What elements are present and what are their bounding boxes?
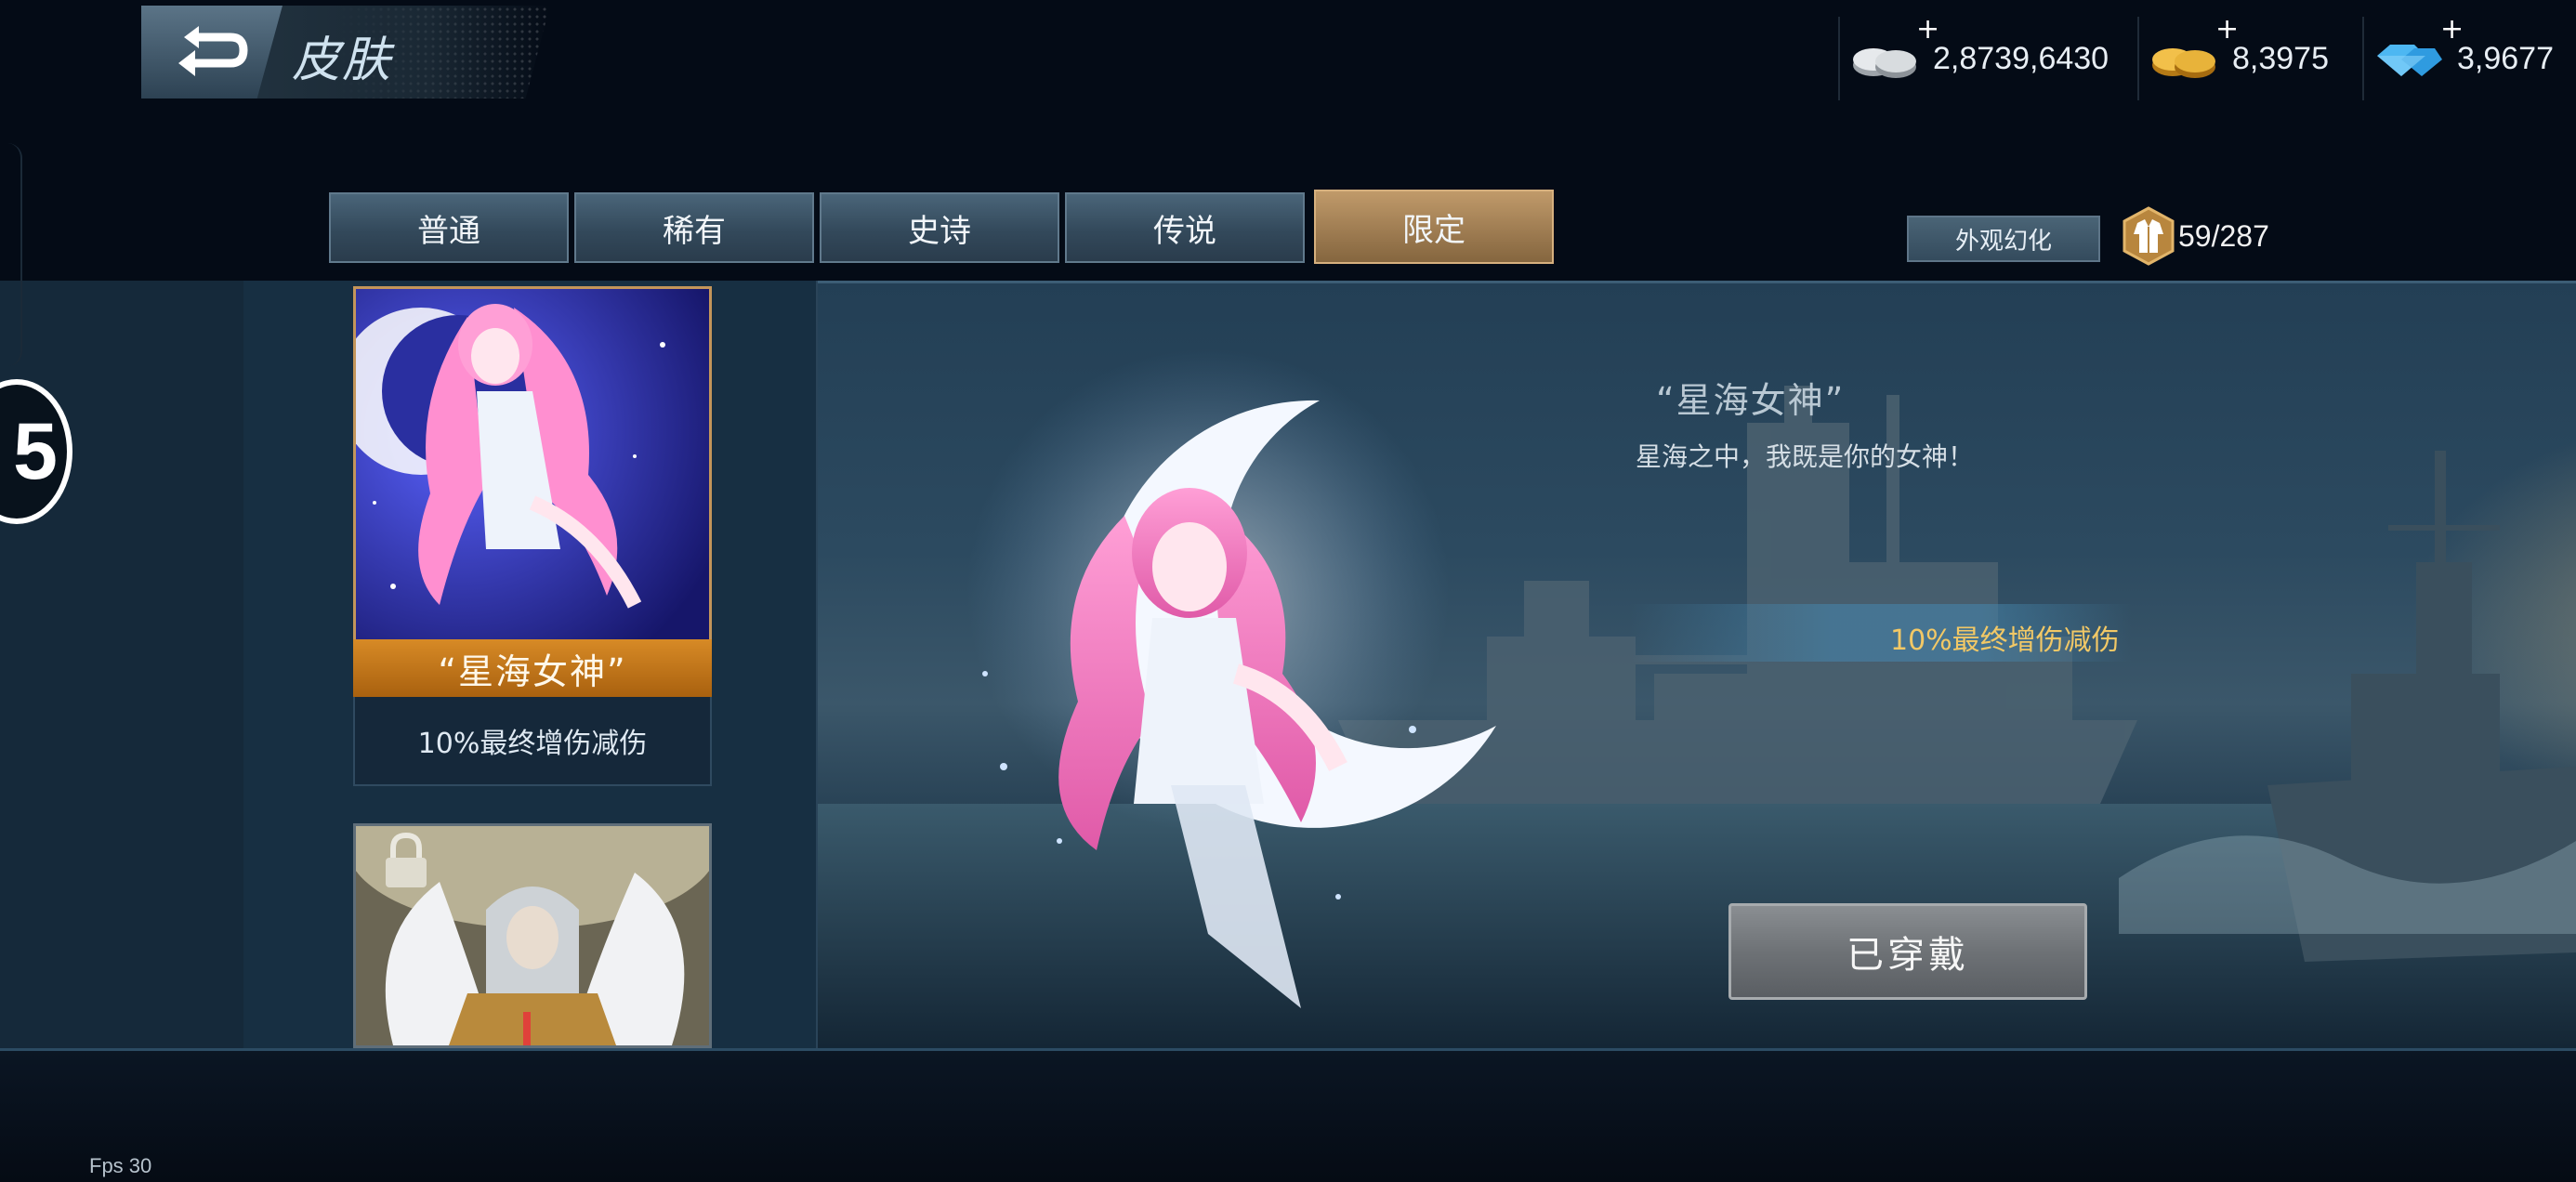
tab-epic[interactable]: 史诗 — [820, 192, 1059, 263]
currency-plus[interactable]: + — [2215, 13, 2239, 46]
tab-normal[interactable]: 普通 — [329, 192, 569, 263]
skin-card-name: “星海女神” — [353, 639, 712, 697]
return-arrow-icon — [178, 26, 248, 76]
currency-gold[interactable]: + 8,3975 — [2137, 13, 2329, 100]
currency-silver-value: 2,8739,6430 — [1933, 40, 2109, 76]
currency-divider — [2137, 17, 2139, 100]
currency-diamond-value: 3,9677 — [2457, 40, 2554, 76]
skin-collection-count: 59/287 — [2178, 219, 2269, 253]
skin-detail-attribute: 10%最终增伤减伤 — [1890, 624, 2120, 657]
title-plate — [243, 6, 550, 98]
blue-diamond-icon — [2377, 45, 2442, 76]
equipped-button[interactable]: 已穿戴 — [1728, 903, 2087, 1000]
star-goddess-portrait — [356, 289, 709, 642]
left-edge-frame — [0, 143, 22, 366]
tab-legend[interactable]: 传说 — [1065, 192, 1305, 263]
fps-counter: Fps 30 — [89, 1154, 152, 1177]
silver-coin-stack-icon — [1853, 48, 1916, 78]
currency-plus[interactable]: + — [1916, 13, 1939, 46]
currency-diamond[interactable]: + 3,9677 — [2362, 13, 2554, 100]
currency-gold-value: 8,3975 — [2232, 40, 2329, 76]
currency-silver[interactable]: + 2,8739,6430 — [1838, 13, 2109, 100]
skin-card-star-goddess[interactable] — [353, 286, 712, 693]
skin-card-attribute: 10%最终增伤减伤 — [353, 697, 712, 786]
gold-coin-stack-icon — [2152, 48, 2215, 78]
skin-detail-quote: 星海之中，我既是你的女神！ — [1636, 441, 1975, 472]
tab-limited[interactable]: 限定 — [1314, 190, 1554, 264]
appearance-transform-button[interactable]: 外观幻化 — [1907, 216, 2100, 262]
skin-detail-title: “星海女神” — [1656, 380, 1846, 421]
skin-card-angel-locked[interactable] — [353, 823, 712, 1048]
outfit-icon — [2123, 206, 2175, 266]
tab-rare[interactable]: 稀有 — [574, 192, 814, 263]
currency-divider — [2362, 17, 2364, 100]
currency-plus[interactable]: + — [2440, 13, 2464, 46]
lock-icon — [386, 832, 427, 887]
bottom-strip — [0, 1048, 2576, 1182]
currency-divider — [1838, 17, 1840, 100]
side-badge-number: 5 — [13, 406, 58, 496]
page-title: 皮肤 — [292, 33, 393, 88]
